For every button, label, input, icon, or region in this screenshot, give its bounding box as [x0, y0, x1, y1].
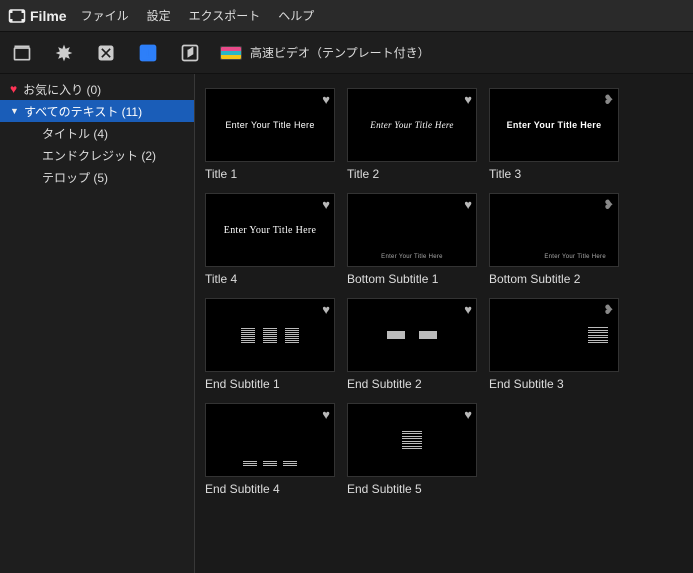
template-caption: End Subtitle 2 [347, 377, 477, 391]
sidebar-item-all-text[interactable]: ▼ すべてのテキスト (11) [0, 100, 194, 122]
template-card[interactable]: ❥ Enter Your Title Here Bottom Subtitle … [489, 193, 619, 286]
menu-settings[interactable]: 設定 [147, 7, 171, 24]
template-caption: Title 4 [205, 272, 335, 286]
template-card[interactable]: ♥ End Subtitle 2 [347, 298, 477, 391]
heart-icon[interactable]: ♥ [322, 407, 330, 422]
template-caption: Title 2 [347, 167, 477, 181]
heart-icon[interactable]: ♥ [464, 302, 472, 317]
filme-logo-icon [8, 7, 26, 25]
audio-icon[interactable] [178, 41, 202, 65]
heart-icon[interactable]: ♥ [322, 302, 330, 317]
broken-heart-icon[interactable]: ❥ [603, 302, 614, 318]
template-thumbnail[interactable]: ♥ [205, 403, 335, 477]
template-grid: ♥ Enter Your Title Here Title 1 ♥ Enter … [195, 74, 693, 573]
template-card[interactable]: ♥ Enter Your Title Here Bottom Subtitle … [347, 193, 477, 286]
heart-icon[interactable]: ♥ [322, 92, 330, 107]
template-thumbnail[interactable]: ♥ Enter Your Title Here [205, 88, 335, 162]
sidebar-item-label: エンドクレジット (2) [42, 147, 156, 164]
template-caption: End Subtitle 5 [347, 482, 477, 496]
text-icon[interactable]: T [136, 41, 160, 65]
template-caption: End Subtitle 4 [205, 482, 335, 496]
sidebar-item-favorites[interactable]: ♥ お気に入り (0) [0, 78, 194, 100]
quick-video-button[interactable]: 高速ビデオ（テンプレート付き） [220, 44, 430, 61]
template-thumbnail[interactable]: ♥ [347, 298, 477, 372]
toolbar: T 高速ビデオ（テンプレート付き） [0, 32, 693, 74]
template-thumbnail[interactable]: ♥ [205, 298, 335, 372]
template-card[interactable]: ❥ End Subtitle 3 [489, 298, 619, 391]
titlebar: Filme ファイル 設定 エクスポート ヘルプ [0, 0, 693, 32]
svg-text:T: T [144, 47, 151, 60]
effects-icon[interactable] [52, 41, 76, 65]
app-name: Filme [30, 8, 67, 24]
main-menu: ファイル 設定 エクスポート ヘルプ [81, 7, 315, 24]
sidebar-item-label: テロップ (5) [42, 169, 108, 186]
template-thumbnail[interactable]: ❥ Enter Your Title Here [489, 88, 619, 162]
heart-icon[interactable]: ♥ [464, 92, 472, 107]
template-caption: End Subtitle 1 [205, 377, 335, 391]
template-caption: Bottom Subtitle 2 [489, 272, 619, 286]
broken-heart-icon[interactable]: ❥ [603, 197, 614, 213]
template-thumbnail[interactable]: ♥ Enter Your Title Here [347, 193, 477, 267]
quick-video-icon [220, 46, 242, 60]
template-card[interactable]: ♥ End Subtitle 5 [347, 403, 477, 496]
template-caption: Title 1 [205, 167, 335, 181]
sidebar-item-label: すべてのテキスト (11) [24, 103, 142, 120]
quick-video-label: 高速ビデオ（テンプレート付き） [250, 44, 430, 61]
sidebar-item-label: お気に入り (0) [23, 81, 101, 98]
media-icon[interactable] [10, 41, 34, 65]
sidebar-item-end-credits[interactable]: エンドクレジット (2) [0, 144, 194, 166]
template-card[interactable]: ♥ Enter Your Title Here Title 2 [347, 88, 477, 181]
chevron-down-icon: ▼ [10, 106, 20, 116]
main-area: ♥ お気に入り (0) ▼ すべてのテキスト (11) タイトル (4) エンド… [0, 74, 693, 573]
template-card[interactable]: ❥ Enter Your Title Here Title 3 [489, 88, 619, 181]
template-card[interactable]: ♥ Enter Your Title Here Title 1 [205, 88, 335, 181]
menu-export[interactable]: エクスポート [189, 7, 261, 24]
heart-icon[interactable]: ♥ [322, 197, 330, 212]
sidebar-item-subtitles[interactable]: テロップ (5) [0, 166, 194, 188]
template-thumbnail[interactable]: ❥ [489, 298, 619, 372]
heart-icon[interactable]: ♥ [464, 407, 472, 422]
template-card[interactable]: ♥ End Subtitle 1 [205, 298, 335, 391]
template-caption: Bottom Subtitle 1 [347, 272, 477, 286]
template-thumbnail[interactable]: ❥ Enter Your Title Here [489, 193, 619, 267]
heart-icon[interactable]: ♥ [464, 197, 472, 212]
app-logo: Filme [8, 7, 67, 25]
template-thumbnail[interactable]: ♥ Enter Your Title Here [205, 193, 335, 267]
transitions-icon[interactable] [94, 41, 118, 65]
sidebar-item-titles[interactable]: タイトル (4) [0, 122, 194, 144]
sidebar-item-label: タイトル (4) [42, 125, 108, 142]
template-thumbnail[interactable]: ♥ [347, 403, 477, 477]
sidebar: ♥ お気に入り (0) ▼ すべてのテキスト (11) タイトル (4) エンド… [0, 74, 195, 573]
broken-heart-icon[interactable]: ❥ [603, 92, 614, 108]
template-caption: End Subtitle 3 [489, 377, 619, 391]
template-caption: Title 3 [489, 167, 619, 181]
template-thumbnail[interactable]: ♥ Enter Your Title Here [347, 88, 477, 162]
menu-file[interactable]: ファイル [81, 7, 129, 24]
template-card[interactable]: ♥ End Subtitle 4 [205, 403, 335, 496]
template-card[interactable]: ♥ Enter Your Title Here Title 4 [205, 193, 335, 286]
menu-help[interactable]: ヘルプ [278, 7, 314, 24]
heart-icon: ♥ [10, 82, 17, 96]
